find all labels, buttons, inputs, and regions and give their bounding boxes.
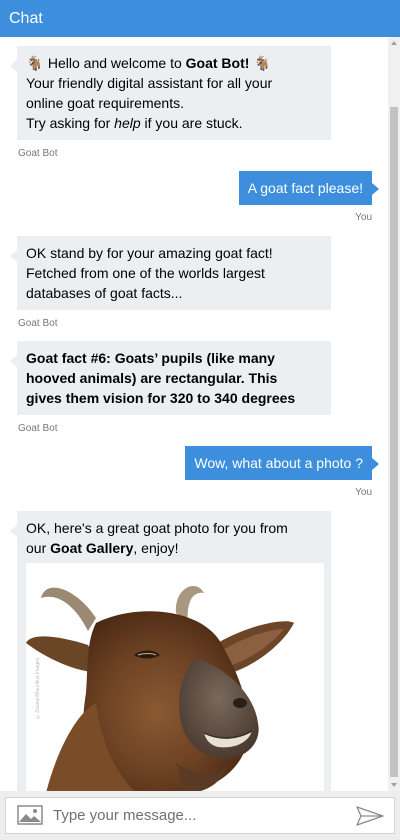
gallery-suffix: , enjoy! [133,540,179,556]
welcome-text: Hello and welcome to [47,55,186,71]
user-message-text: A goat fact please! [247,180,363,196]
help-keyword: help [114,115,141,131]
bot-message-standby: OK stand by for your amazing goat fact! … [10,236,331,310]
goat-icon: 🐐 [253,55,272,71]
goat-gallery-name: Goat Gallery [50,540,134,556]
image-upload-icon[interactable] [17,805,43,830]
scroll-down-arrow-icon[interactable] [391,783,397,787]
gallery-prefix: our [26,540,51,556]
message-line: OK, here's a great goat photo for you fr… [26,520,288,536]
goat-photo[interactable]: ©Zoonar/Mauritius Images [26,563,324,791]
bot-message-goat-photo: OK, here's a great goat photo for you fr… [10,511,331,791]
message-composer [0,791,400,840]
goat-bot-name: Goat Bot! [185,55,250,71]
message-input[interactable] [53,798,343,833]
message-line: hooved animals) are rectangular. This [26,370,278,386]
user-message-text: Wow, what about a photo ? [194,455,363,471]
composer-field [5,797,395,834]
message-scrollbar[interactable] [388,37,400,791]
message-line: databases of goat facts... [26,285,183,301]
goat-photo-image [26,585,294,791]
message-sender: Goat Bot [18,148,58,159]
scroll-up-arrow-icon[interactable] [391,41,397,45]
user-message-photo-request: Wow, what about a photo ? [185,446,379,480]
message-line: OK stand by for your amazing goat fact! [26,245,273,261]
bot-message-welcome: 🐐 Hello and welcome to Goat Bot! 🐐 Your … [10,46,331,140]
scrollbar-thumb[interactable] [390,107,398,777]
message-line: Fetched from one of the worlds largest [26,265,265,281]
user-message-fact-request: A goat fact please! [238,171,380,205]
welcome-line-2: Your friendly digital assistant for all … [26,75,273,91]
photo-credit: ©Zoonar/Mauritius Images [35,657,41,719]
send-icon[interactable] [356,806,384,831]
message-sender: Goat Bot [18,318,58,329]
help-prefix: Try asking for [26,115,115,131]
message-sender: You [355,487,372,498]
message-sender: You [355,212,372,223]
goat-icon: 🐐 [26,55,44,71]
help-suffix: if you are stuck. [140,115,243,131]
message-sender: Goat Bot [18,423,58,434]
bot-message-goat-fact: Goat fact #6: Goats’ pupils (like many h… [10,341,331,415]
welcome-line-3: online goat requirements. [26,95,184,111]
chat-header: Chat [0,0,400,37]
message-line: Goat fact #6: Goats’ pupils (like many [26,350,275,366]
chat-title: Chat [9,10,43,27]
message-line: gives them vision for 320 to 340 degrees [26,390,296,406]
message-list[interactable]: 🐐 Hello and welcome to Goat Bot! 🐐 Your … [0,37,388,791]
